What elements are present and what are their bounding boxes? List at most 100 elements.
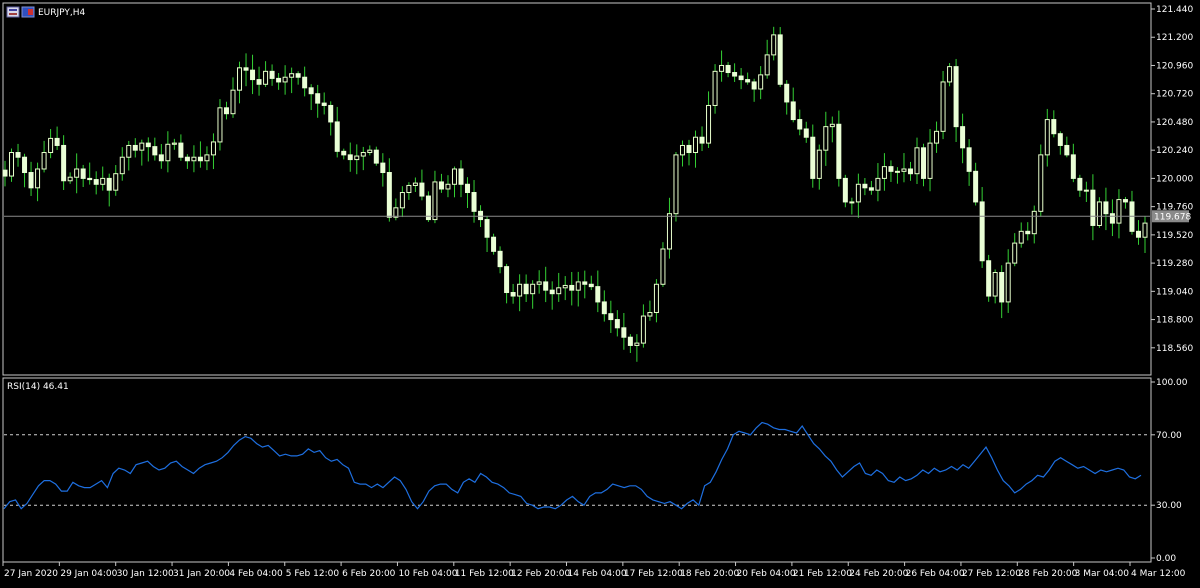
candle-body-bull bbox=[9, 152, 15, 177]
candle-body-bull bbox=[1096, 201, 1102, 226]
candle-body-bear bbox=[484, 219, 490, 238]
time-tick-label: 5 Feb 12:00 bbox=[286, 569, 340, 579]
time-tick-label: 26 Feb 04:00 bbox=[906, 569, 965, 579]
candle-body-bear bbox=[438, 181, 444, 190]
candle-body-bull bbox=[171, 142, 177, 145]
current-price-label: 119.678 bbox=[1154, 212, 1191, 222]
candle-body-bull bbox=[881, 166, 887, 179]
time-tick-label: 17 Feb 12:00 bbox=[624, 569, 683, 579]
candle-body-bear bbox=[921, 147, 927, 179]
candle-body-bull bbox=[113, 173, 119, 191]
candle-body-bull bbox=[927, 142, 933, 179]
candle-body-bull bbox=[1038, 154, 1044, 212]
candle-body-bear bbox=[276, 77, 282, 83]
candle bbox=[777, 27, 783, 88]
time-tick-label: 4 Mar 12:00 bbox=[1131, 569, 1186, 579]
candle-body-bear bbox=[93, 179, 99, 185]
candle-body-bear bbox=[960, 126, 966, 149]
candle-body-bear bbox=[132, 144, 138, 151]
candle-body-bear bbox=[986, 260, 992, 297]
candle-body-bear bbox=[54, 137, 60, 146]
candle-body-bull bbox=[74, 168, 80, 178]
candle-body-bear bbox=[302, 76, 308, 89]
price-tick-label: 119.520 bbox=[1156, 231, 1193, 241]
candle-body-bear bbox=[15, 152, 21, 158]
candle-body-bear bbox=[347, 154, 353, 161]
candle-body-bear bbox=[1070, 154, 1076, 179]
candle-body-bull bbox=[406, 184, 412, 194]
candle-body-bear bbox=[1103, 201, 1109, 215]
candle-body-bear bbox=[621, 327, 627, 338]
candle-body-bull bbox=[679, 144, 685, 156]
candle-body-bull bbox=[191, 156, 197, 162]
candle-body-bull bbox=[263, 70, 269, 85]
candle-body-bull bbox=[237, 67, 243, 91]
candle-body-bull bbox=[653, 283, 659, 314]
price-tick-label: 120.000 bbox=[1156, 174, 1193, 184]
candle-body-bear bbox=[465, 183, 471, 194]
candle-body-bull bbox=[901, 168, 907, 172]
candle-body-bear bbox=[478, 210, 484, 221]
flag-icon bbox=[21, 6, 35, 18]
candle bbox=[660, 242, 666, 287]
candle-body-bear bbox=[334, 121, 340, 152]
candle-body-bull bbox=[1012, 242, 1018, 264]
candle-body-bear bbox=[1077, 177, 1083, 191]
candle-body-bear bbox=[321, 102, 327, 106]
symbol-icon bbox=[6, 6, 20, 18]
candle-body-bear bbox=[152, 146, 158, 156]
candle-body-bear bbox=[1122, 199, 1128, 203]
time-tick-label: 21 Feb 12:00 bbox=[793, 569, 852, 579]
rsi-tick-label: 100.00 bbox=[1156, 378, 1188, 388]
price-tick-label: 118.560 bbox=[1156, 344, 1193, 354]
candle-body-bull bbox=[517, 283, 523, 297]
candle-body-bull bbox=[289, 73, 295, 78]
candle-body-bull bbox=[217, 107, 223, 143]
candle-body-bull bbox=[210, 141, 216, 156]
time-tick-label: 4 Feb 04:00 bbox=[229, 569, 283, 579]
candle-body-bull bbox=[947, 66, 953, 83]
candle-body-bull bbox=[660, 248, 666, 285]
candle-body-bull bbox=[100, 177, 106, 185]
candle-body-bear bbox=[328, 104, 334, 123]
time-tick-label: 27 Feb 12:00 bbox=[962, 569, 1021, 579]
candle-body-bull bbox=[282, 76, 288, 83]
time-tick-label: 30 Jan 12:00 bbox=[117, 569, 174, 579]
candle-body-bear bbox=[738, 75, 744, 81]
candle-body-bull bbox=[367, 149, 373, 154]
candle bbox=[842, 174, 848, 208]
candle-body-bull bbox=[829, 123, 835, 128]
candle-body-bear bbox=[999, 272, 1005, 303]
rsi-tick-label: 30.00 bbox=[1156, 501, 1182, 511]
candle-body-bear bbox=[888, 166, 894, 172]
candle-body-bear bbox=[725, 64, 731, 74]
candle-body-bear bbox=[197, 156, 203, 162]
candle-body-bull bbox=[165, 143, 171, 162]
candle-body-bear bbox=[588, 283, 594, 288]
candle bbox=[491, 233, 497, 255]
chart-window: EURJPY,H4 RSI(14) 46.41 121.440 121.200 12… bbox=[0, 0, 1200, 584]
candle-body-bear bbox=[973, 170, 979, 203]
candle-body-bull bbox=[41, 152, 47, 170]
candle-body-bear bbox=[419, 182, 425, 197]
candle-body-bear bbox=[868, 187, 874, 191]
candle-body-bear bbox=[953, 66, 959, 128]
price-tick-label: 119.040 bbox=[1156, 287, 1193, 297]
candle-body-bull bbox=[360, 152, 366, 157]
candle-body-bear bbox=[523, 283, 529, 295]
candle-body-bull bbox=[764, 54, 770, 76]
price-tick-label: 120.240 bbox=[1156, 146, 1193, 156]
candle-body-bear bbox=[790, 101, 796, 121]
candle-body-bear bbox=[966, 147, 972, 172]
candle-body-bear bbox=[1064, 144, 1070, 156]
candle-body-bull bbox=[855, 183, 861, 203]
time-tick-label: 6 Feb 20:00 bbox=[342, 569, 396, 579]
candle-body-bear bbox=[497, 250, 503, 268]
candle-body-bull bbox=[823, 126, 829, 151]
time-tick-label: 18 Feb 20:00 bbox=[680, 569, 739, 579]
candle-body-bear bbox=[471, 192, 477, 212]
candle-body-bear bbox=[614, 319, 620, 329]
price-tick-label: 118.800 bbox=[1156, 316, 1193, 326]
candle-body-bear bbox=[341, 150, 347, 156]
candle-body-bear bbox=[491, 236, 497, 252]
